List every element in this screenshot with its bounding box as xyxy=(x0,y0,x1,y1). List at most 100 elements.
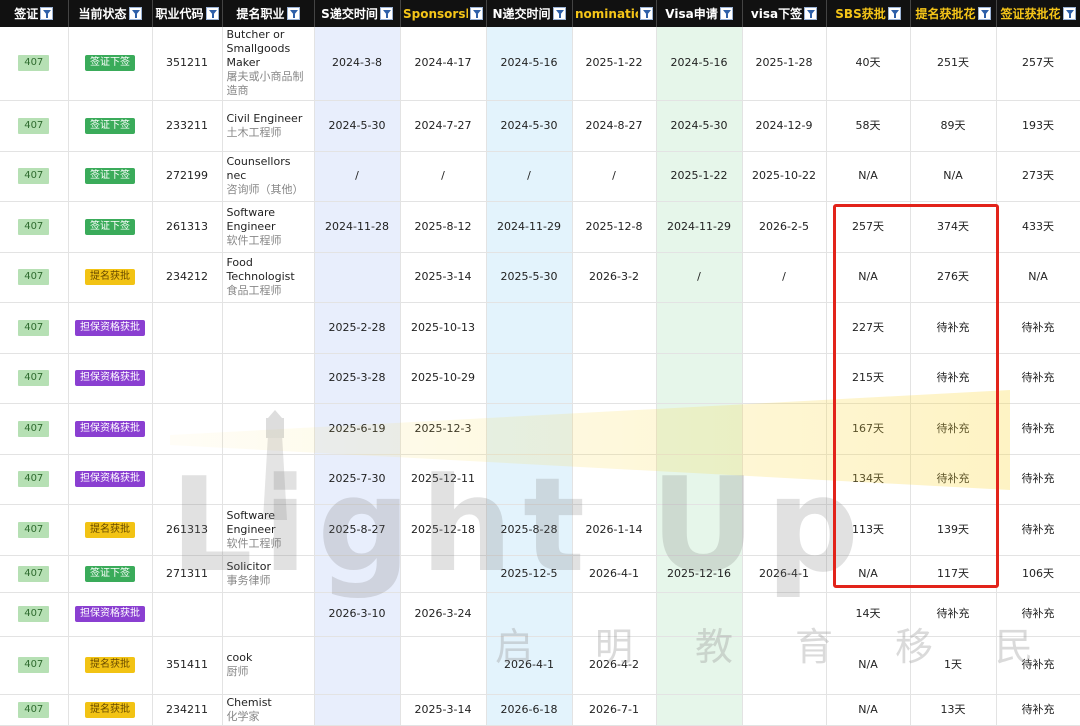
filter-icon[interactable] xyxy=(719,7,733,20)
header-visa[interactable]: 签证 xyxy=(0,0,69,27)
visa-type-tag: 407 xyxy=(18,701,50,718)
occupation-en: Chemist xyxy=(226,695,272,709)
filter-icon[interactable] xyxy=(1062,7,1076,20)
n-submit-cell: 2024-11-29 xyxy=(486,201,573,253)
n-submit-cell xyxy=(486,353,573,404)
nom-days-cell: 待补充 xyxy=(910,592,997,637)
occupation-code-cell: 234211 xyxy=(152,694,223,726)
header-sponsorship[interactable]: Sponsorsh xyxy=(400,0,487,27)
status-cell: 签证下签 xyxy=(68,151,153,202)
table-row[interactable]: 407 担保资格获批 2025-2-28 2025-10-13 227天 待补充 待补充 xyxy=(0,302,1080,354)
header-row: 签证 当前状态 职业代码 提名职业 S递交时间 Sponsorsh N递交时间 nominat… xyxy=(0,0,1080,27)
visa-days-cell: 待补充 xyxy=(996,302,1080,354)
visa-days-cell: 273天 xyxy=(996,151,1080,202)
status-cell: 提名获批 xyxy=(68,636,153,695)
visa-cell: 407 xyxy=(0,302,69,354)
sbs-days-cell: 58天 xyxy=(826,100,911,152)
sponsorship-cell: 2025-3-14 xyxy=(400,694,487,726)
visa-days-cell: 193天 xyxy=(996,100,1080,152)
sbs-days-cell: N/A xyxy=(826,636,911,695)
header-code[interactable]: 职业代码 xyxy=(152,0,223,27)
visa-type-tag: 407 xyxy=(18,606,50,622)
header-visa-apply[interactable]: Visa申请 xyxy=(656,0,743,27)
status-cell: 签证下签 xyxy=(68,100,153,152)
status-cell: 担保资格获批 xyxy=(68,353,153,404)
table-row[interactable]: 407 提名获批 261313 Software Engineer 软件工程师 2025-… xyxy=(0,504,1080,556)
filter-icon[interactable] xyxy=(128,7,142,20)
filter-icon[interactable] xyxy=(552,7,566,20)
header-visa-grant[interactable]: visa下签 xyxy=(742,0,827,27)
table-row[interactable]: 407 提名获批 351411 cook 厨师 2026-4-1 2026-4-2 N/A 1天… xyxy=(0,636,1080,695)
table-row[interactable]: 407 签证下签 261313 Software Engineer 软件工程师 2024-… xyxy=(0,201,1080,253)
table-row[interactable]: 407 提名获批 234211 Chemist 化学家 2025-3-14 2026-6-1… xyxy=(0,694,1080,726)
sponsorship-cell xyxy=(400,555,487,593)
occupation-zh: 软件工程师 xyxy=(226,233,282,247)
s-submit-cell xyxy=(314,555,401,593)
nom-days-cell: 139天 xyxy=(910,504,997,556)
visa-apply-cell: 2025-12-16 xyxy=(656,555,743,593)
header-sbs-days[interactable]: SBS获批 xyxy=(826,0,911,27)
table-row[interactable]: 407 签证下签 272199 Counsellors nec 咨询师（其他） / / //2… xyxy=(0,151,1080,202)
sbs-days-cell: N/A xyxy=(826,555,911,593)
s-submit-cell xyxy=(314,636,401,695)
occupation-cell: Counsellors nec 咨询师（其他） xyxy=(222,151,315,202)
filter-icon[interactable] xyxy=(379,7,393,20)
header-n-submit[interactable]: N递交时间 xyxy=(486,0,573,27)
header-label: nominatio xyxy=(575,6,638,21)
occupation-zh: 屠夫或小商品制造商 xyxy=(226,70,304,98)
visa-type-tag: 407 xyxy=(18,55,50,72)
sbs-days-cell: 227天 xyxy=(826,302,911,354)
filter-icon[interactable] xyxy=(804,7,818,20)
occupation-zh: 事务律师 xyxy=(226,573,271,587)
sbs-days-cell: N/A xyxy=(826,694,911,726)
status-badge: 担保资格获批 xyxy=(75,420,145,437)
table-row[interactable]: 407 担保资格获批 2025-6-19 2025-12-3 167天 待补充 待补充 xyxy=(0,403,1080,455)
visa-type-tag: 407 xyxy=(18,218,50,235)
visa-apply-cell xyxy=(656,302,743,354)
filter-icon[interactable] xyxy=(887,7,901,20)
n-submit-cell: 2025-8-28 xyxy=(486,504,573,556)
header-s-submit[interactable]: S递交时间 xyxy=(314,0,401,27)
occupation-en: Civil Engineer xyxy=(226,111,303,125)
status-badge: 签证下签 xyxy=(85,117,135,134)
filter-icon[interactable] xyxy=(640,7,653,21)
table-row[interactable]: 407 担保资格获批 2026-3-10 2026-3-24 14天 待补充 待补充 xyxy=(0,592,1080,637)
occupation-code-cell xyxy=(152,592,223,637)
visa-days-cell: 106天 xyxy=(996,555,1080,593)
filter-icon[interactable] xyxy=(470,7,483,21)
visa-type-tag: 407 xyxy=(18,657,50,673)
table-row[interactable]: 407 签证下签 271311 Solicitor 事务律师 2025-12-5 2026-… xyxy=(0,555,1080,593)
header-label: 提名职业 xyxy=(236,7,285,21)
header-nomination[interactable]: nominatio xyxy=(572,0,657,27)
filter-icon[interactable] xyxy=(977,7,991,20)
table-row[interactable]: 407 签证下签 351211 Butcher or Smallgoods Maker… xyxy=(0,27,1080,101)
s-submit-cell: 2024-5-30 xyxy=(314,100,401,152)
status-badge: 提名获批 xyxy=(85,269,135,285)
visa-cell: 407 xyxy=(0,504,69,556)
table-row[interactable]: 407 提名获批 234212 Food Technologist 食品工程师 2025-… xyxy=(0,252,1080,303)
header-job[interactable]: 提名职业 xyxy=(222,0,315,27)
header-nom-days[interactable]: 提名获批花 xyxy=(910,0,997,27)
filter-icon[interactable] xyxy=(286,7,300,20)
header-label: 签证获批花 xyxy=(1000,7,1061,21)
header-status[interactable]: 当前状态 xyxy=(68,0,153,27)
occupation-code-cell xyxy=(152,454,223,505)
header-label: visa下签 xyxy=(750,7,803,21)
status-cell: 提名获批 xyxy=(68,252,153,303)
occupation-code-cell xyxy=(152,353,223,404)
visa-grant-cell: 2025-10-22 xyxy=(742,151,827,202)
immigration-case-table: 签证 当前状态 职业代码 提名职业 S递交时间 Sponsorsh N递交时间 nominat… xyxy=(0,0,1080,726)
table-row[interactable]: 407 担保资格获批 2025-3-28 2025-10-29 215天 待补充 待补充 xyxy=(0,353,1080,404)
table-row[interactable]: 407 签证下签 233211 Civil Engineer 土木工程师 2024-5-3… xyxy=(0,100,1080,152)
filter-icon[interactable] xyxy=(40,7,54,20)
n-submit-cell xyxy=(486,592,573,637)
status-cell: 签证下签 xyxy=(68,27,153,101)
s-submit-cell: 2026-3-10 xyxy=(314,592,401,637)
visa-days-cell: 待补充 xyxy=(996,694,1080,726)
table-row[interactable]: 407 担保资格获批 2025-7-30 2025-12-11 134天 待补充 待补充 xyxy=(0,454,1080,505)
occupation-cell: Software Engineer 软件工程师 xyxy=(222,201,315,253)
header-visa-days[interactable]: 签证获批花 xyxy=(996,0,1080,27)
sponsorship-cell: 2025-12-18 xyxy=(400,504,487,556)
visa-cell: 407 xyxy=(0,100,69,152)
filter-icon[interactable] xyxy=(205,7,219,20)
